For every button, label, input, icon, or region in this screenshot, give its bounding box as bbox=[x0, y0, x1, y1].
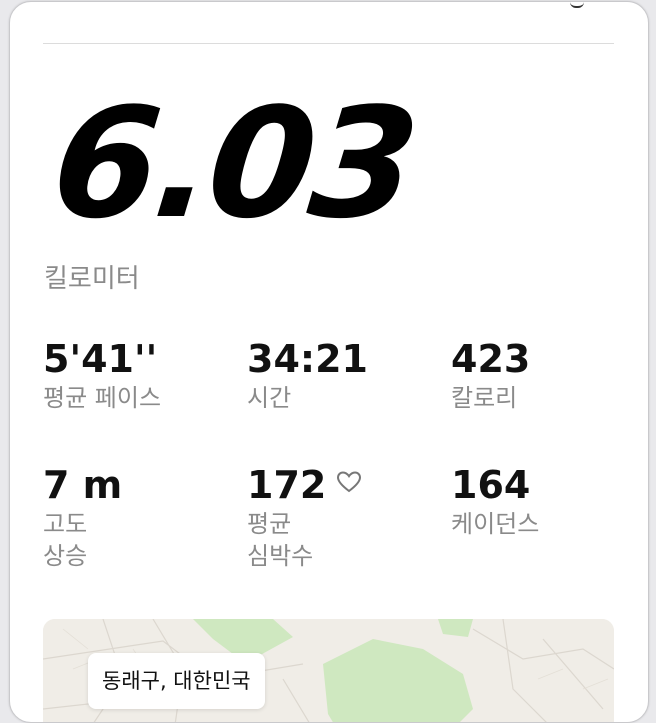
top-divider bbox=[43, 43, 614, 44]
time-value: 34:21 bbox=[247, 337, 368, 381]
cadence-value: 164 bbox=[451, 463, 531, 507]
calories-value: 423 bbox=[451, 337, 531, 381]
route-map[interactable]: 동래구, 대한민국 bbox=[43, 619, 614, 722]
heart-rate-value: 172 bbox=[247, 463, 327, 507]
activity-card: 6.03 킬로미터 5'41'' 평균 페이스 34:21 시간 423 칼로리… bbox=[9, 1, 649, 723]
map-location-chip: 동래구, 대한민국 bbox=[88, 653, 265, 709]
heart-outline-icon bbox=[336, 460, 362, 504]
time-label: 시간 bbox=[247, 383, 292, 412]
stat-pace: 5'41'' 평균 페이스 bbox=[43, 337, 162, 414]
stat-heart-rate: 172 평균 심박수 bbox=[247, 463, 362, 572]
elevation-value: 7 m bbox=[43, 463, 123, 507]
pace-label: 평균 페이스 bbox=[43, 383, 162, 412]
distance-value: 6.03 bbox=[44, 75, 423, 252]
heart-rate-label-line2: 심박수 bbox=[247, 542, 314, 571]
top-partial-glyph bbox=[570, 2, 584, 8]
heart-rate-label-line1: 평균 bbox=[247, 509, 292, 538]
stat-elevation: 7 m 고도 상승 bbox=[43, 463, 123, 572]
stat-cadence: 164 케이던스 bbox=[451, 463, 540, 540]
stat-time: 34:21 시간 bbox=[247, 337, 368, 414]
cadence-label: 케이던스 bbox=[451, 509, 540, 538]
elevation-label-line1: 고도 bbox=[43, 509, 88, 538]
pace-value: 5'41'' bbox=[43, 337, 158, 381]
stat-calories: 423 칼로리 bbox=[451, 337, 531, 414]
distance-unit-label: 킬로미터 bbox=[44, 264, 140, 294]
calories-label: 칼로리 bbox=[451, 383, 518, 412]
elevation-label-line2: 상승 bbox=[43, 542, 88, 571]
